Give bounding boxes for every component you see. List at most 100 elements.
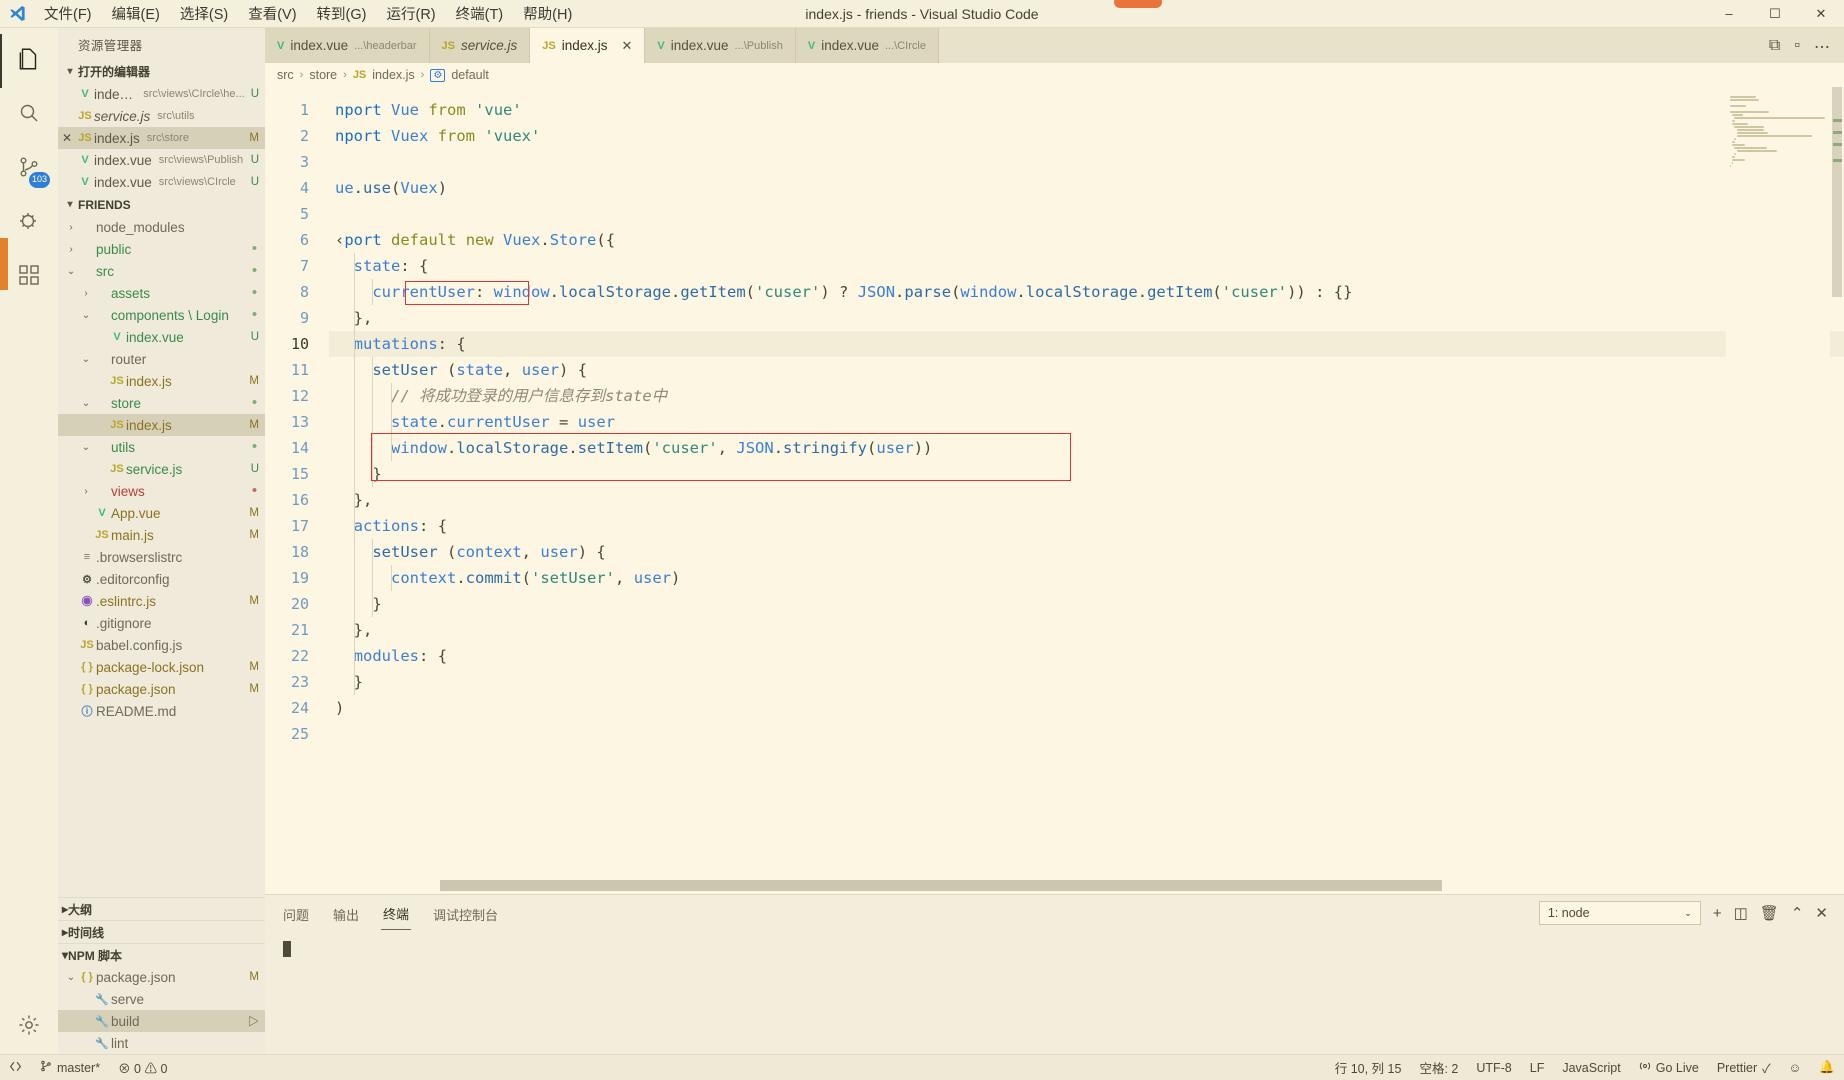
tree-item[interactable]: › public • — [58, 238, 265, 260]
code-line[interactable]: currentUser: window.localStorage.getItem… — [329, 279, 1844, 305]
tree-item[interactable]: ⌄ utils • — [58, 436, 265, 458]
open-editor-item[interactable]: V index.vue src\views\CIrcle U — [58, 171, 265, 193]
split-terminal-icon[interactable]: ◫ — [1734, 904, 1748, 922]
code-line[interactable]: mutations: { — [329, 331, 1844, 357]
panel-actions[interactable]: 1: node ⌄ + ◫ 🗑 ⌃ ✕ — [1538, 901, 1844, 925]
code-line[interactable]: }, — [329, 617, 1844, 643]
panel-tab-terminal[interactable]: 终端 — [381, 896, 412, 930]
activity-run-debug[interactable] — [0, 196, 58, 250]
tab-close-icon[interactable]: ✕ — [622, 38, 633, 54]
tree-item[interactable]: JS babel.config.js — [58, 634, 265, 656]
tree-item[interactable]: › views • — [58, 480, 265, 502]
npm-script-item[interactable]: 🔧 lint — [58, 1032, 265, 1054]
activity-settings[interactable] — [0, 1000, 58, 1054]
tree-item[interactable]: ◉ .eslintrc.js M — [58, 590, 265, 612]
fold-marker[interactable] — [317, 721, 329, 747]
timeline-section-header[interactable]: ▸ 时间线 — [58, 920, 265, 943]
fold-marker[interactable] — [317, 331, 329, 357]
tree-item[interactable]: ⌄ components \ Login • — [58, 304, 265, 326]
npm-script-item[interactable]: ⌄ { } package.json M — [58, 966, 265, 988]
tree-item[interactable]: ⌄ store • — [58, 392, 265, 414]
tree-item[interactable]: JS index.js M — [58, 414, 265, 436]
activity-bar[interactable]: 103 — [0, 28, 58, 1054]
fold-marker[interactable] — [317, 565, 329, 591]
fold-marker[interactable] — [317, 539, 329, 565]
code-line[interactable]: setUser (state, user) { — [329, 357, 1844, 383]
activity-source-control[interactable]: 103 — [0, 142, 58, 196]
problems-indicator[interactable]: ⊗ 0 ⚠ 0 — [109, 1055, 176, 1080]
fold-column[interactable] — [317, 87, 329, 894]
open-editor-item[interactable]: JS service.js src\utils — [58, 105, 265, 127]
tree-item[interactable]: ⌄ router — [58, 348, 265, 370]
code-line[interactable]: nport Vue from 'vue' — [329, 97, 1844, 123]
menu-terminal[interactable]: 终端(T) — [446, 0, 514, 27]
panel-tab-problems[interactable]: 问题 — [281, 897, 311, 930]
open-editor-item[interactable]: V index.vue src\views\CIrcle\he... U — [58, 83, 265, 105]
code-editor[interactable]: 1 2 3 4 5 6 7 8 9 10 11 12 13 14 15 16 17 18 19 20 21 22 23 24 2… — [265, 87, 1844, 894]
fold-marker[interactable] — [317, 461, 329, 487]
code-line[interactable]: ue.use(Vuex) — [329, 175, 1844, 201]
code-line[interactable]: state: { — [329, 253, 1844, 279]
code-line[interactable]: context.commit('setUser', user) — [329, 565, 1844, 591]
tab-index-vue-circle[interactable]: V index.vue ...\CIrcle — [795, 28, 939, 63]
breadcrumb-file[interactable]: index.js — [372, 68, 414, 82]
fold-marker[interactable] — [317, 409, 329, 435]
code-line[interactable]: nport Vuex from 'vuex' — [329, 123, 1844, 149]
maximize-button[interactable]: ☐ — [1752, 0, 1798, 27]
fold-marker[interactable] — [317, 487, 329, 513]
menu-run[interactable]: 运行(R) — [376, 0, 445, 27]
fold-marker[interactable] — [317, 695, 329, 721]
fold-marker[interactable] — [317, 279, 329, 305]
tree-item[interactable]: › node_modules — [58, 216, 265, 238]
code-line[interactable] — [329, 149, 1844, 175]
fold-marker[interactable] — [317, 123, 329, 149]
window-controls[interactable]: – ☐ ✕ — [1706, 0, 1844, 27]
activity-search[interactable] — [0, 88, 58, 142]
tab-service-js[interactable]: JS service.js — [429, 28, 531, 63]
npm-scripts-section-header[interactable]: ▾ NPM 脚本 — [58, 943, 265, 966]
kill-terminal-icon[interactable]: 🗑 — [1760, 904, 1779, 922]
prettier-indicator[interactable]: Prettier ✓ — [1708, 1058, 1780, 1077]
fold-marker[interactable] — [317, 97, 329, 123]
code-line[interactable]: } — [329, 591, 1844, 617]
open-editors-header[interactable]: ▾ 打开的编辑器 — [58, 60, 265, 83]
minimap[interactable] — [1726, 87, 1830, 894]
fold-marker[interactable] — [317, 669, 329, 695]
cursor-position[interactable]: 行 10, 列 15 — [1326, 1058, 1411, 1077]
remote-indicator[interactable] — [0, 1055, 31, 1080]
tree-item[interactable]: ≡ .browserslistrc — [58, 546, 265, 568]
open-editor-item[interactable]: V index.vue src\views\Publish U — [58, 149, 265, 171]
menu-bar[interactable]: 文件(F) 编辑(E) 选择(S) 查看(V) 转到(G) 运行(R) 终端(T… — [34, 0, 582, 27]
npm-script-item[interactable]: 🔧 serve — [58, 988, 265, 1010]
terminal-body[interactable] — [265, 931, 1844, 1054]
tree-item[interactable]: JS index.js M — [58, 370, 265, 392]
breadcrumb-src[interactable]: src — [277, 68, 294, 82]
activity-extensions[interactable] — [0, 250, 58, 304]
fold-marker[interactable] — [317, 253, 329, 279]
code-line[interactable]: ‹port default new Vuex.Store({ — [329, 227, 1844, 253]
code-line[interactable]: // 将成功登录的用户信息存到state中 — [329, 383, 1844, 409]
code-content[interactable]: nport Vue from 'vue' nport Vuex from 'vue… — [329, 87, 1844, 894]
editor-actions[interactable]: ⧉ ▫ ⋯ — [1754, 28, 1844, 63]
more-actions-icon[interactable]: ⋯ — [1814, 34, 1830, 58]
fold-marker[interactable] — [317, 201, 329, 227]
code-line[interactable]: setUser (context, user) { — [329, 539, 1844, 565]
menu-selection[interactable]: 选择(S) — [170, 0, 238, 27]
activity-explorer[interactable] — [0, 34, 58, 88]
outline-section-header[interactable]: ▸ 大纲 — [58, 897, 265, 920]
code-line[interactable] — [329, 721, 1844, 747]
eol[interactable]: LF — [1521, 1061, 1554, 1075]
minimize-button[interactable]: – — [1706, 0, 1752, 27]
scrollbar-thumb[interactable] — [1832, 87, 1842, 297]
fold-marker[interactable] — [317, 357, 329, 383]
menu-file[interactable]: 文件(F) — [34, 0, 102, 27]
code-line[interactable]: } — [329, 669, 1844, 695]
new-terminal-icon[interactable]: + — [1713, 905, 1722, 922]
menu-view[interactable]: 查看(V) — [238, 0, 306, 27]
fold-marker[interactable] — [317, 305, 329, 331]
breadcrumb[interactable]: src › store › JS index.js › ⚙ default — [265, 63, 1844, 87]
fold-marker[interactable] — [317, 435, 329, 461]
feedback-button[interactable]: ☺ — [1780, 1061, 1811, 1075]
split-editor-icon[interactable]: ⧉ — [1769, 37, 1780, 55]
code-line[interactable]: state.currentUser = user — [329, 409, 1844, 435]
